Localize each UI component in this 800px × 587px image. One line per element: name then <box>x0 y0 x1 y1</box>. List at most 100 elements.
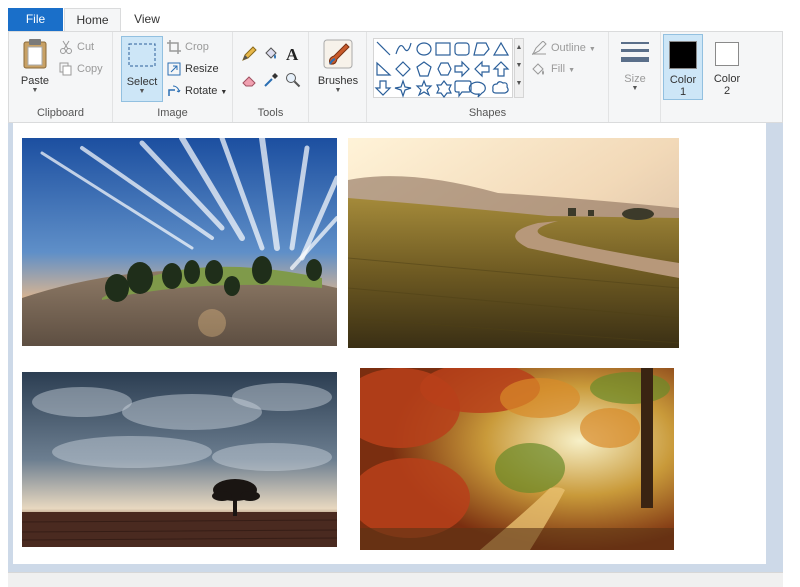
drawing-canvas[interactable] <box>13 123 766 564</box>
copy-icon <box>59 62 72 76</box>
image-group-label: Image <box>157 107 188 119</box>
paste-dropdown-icon[interactable]: ▼ <box>15 87 55 95</box>
ribbon-tab-bar: File Home View <box>0 0 800 32</box>
rounded-rectangle-shape-icon[interactable] <box>454 42 470 56</box>
cloud-callout-shape-icon[interactable] <box>492 81 509 94</box>
outline-button[interactable]: Outline ▼ <box>531 38 596 58</box>
pentagon-shape-icon[interactable] <box>416 61 432 77</box>
rotate-icon <box>168 85 181 97</box>
pencil-icon[interactable] <box>241 46 257 62</box>
fill-dropdown-icon[interactable]: ▼ <box>568 67 575 74</box>
fill-icon <box>532 63 544 76</box>
fill-button[interactable]: Fill ▼ <box>531 59 575 79</box>
four-point-star-shape-icon[interactable] <box>394 79 412 98</box>
tab-view[interactable]: View <box>122 8 172 31</box>
size-group: Size ▼ <box>609 32 661 122</box>
select-dropdown-icon[interactable]: ▼ <box>122 88 162 96</box>
tab-file[interactable]: File <box>8 8 63 31</box>
left-arrow-shape-icon[interactable] <box>474 60 490 78</box>
right-arrow-shape-icon[interactable] <box>454 60 470 78</box>
crop-button[interactable]: Crop <box>167 37 209 57</box>
expand-gallery-icon[interactable]: ▼ <box>515 75 523 93</box>
scroll-up-icon[interactable]: ▲ <box>515 39 523 57</box>
photo-sky-streaking-clouds <box>22 138 337 346</box>
fill-bucket-icon[interactable] <box>263 46 279 62</box>
photo-sunlit-field <box>348 138 679 348</box>
cut-button[interactable]: Cut <box>59 37 94 57</box>
rotate-label: Rotate <box>185 85 218 97</box>
crop-icon <box>167 40 181 55</box>
rectangle-shape-icon[interactable] <box>435 42 451 56</box>
color1-number: 1 <box>679 86 687 98</box>
rotate-dropdown-icon[interactable]: ▼ <box>220 89 227 96</box>
cut-label: Cut <box>77 41 95 53</box>
polygon-shape-icon[interactable] <box>473 42 490 56</box>
rounded-callout-shape-icon[interactable] <box>454 80 472 98</box>
oval-shape-icon[interactable] <box>416 42 432 56</box>
resize-label: Resize <box>185 63 219 75</box>
six-point-star-shape-icon[interactable] <box>436 80 452 98</box>
scissors-icon <box>60 40 72 55</box>
shapes-group-label: Shapes <box>468 107 507 119</box>
outline-icon <box>531 40 547 56</box>
paste-button[interactable]: Paste ▼ <box>15 38 55 95</box>
clipboard-group-label: Clipboard <box>36 107 85 119</box>
brush-icon <box>323 39 353 69</box>
rotate-button[interactable]: Rotate ▼ <box>167 81 227 101</box>
size-label: Size <box>624 73 646 85</box>
crop-label: Crop <box>185 41 209 53</box>
line-shape-icon[interactable] <box>376 41 391 56</box>
oval-callout-shape-icon[interactable] <box>468 81 486 98</box>
five-point-star-shape-icon[interactable] <box>415 79 433 97</box>
image-group: Select ▼ Crop Resize Rotate ▼ Image <box>113 32 233 122</box>
tab-home[interactable]: Home <box>64 8 121 32</box>
right-triangle-shape-icon[interactable] <box>376 61 392 76</box>
tools-group: A Tools <box>233 32 309 122</box>
magnifier-icon[interactable] <box>285 72 301 88</box>
photo-autumn-forest <box>360 368 674 550</box>
tools-group-label: Tools <box>257 107 284 119</box>
size-dropdown-icon[interactable]: ▼ <box>613 85 657 93</box>
copy-label: Copy <box>77 63 103 75</box>
svg-text:A: A <box>286 45 299 63</box>
brushes-dropdown-icon[interactable]: ▼ <box>315 87 361 95</box>
color-picker-icon[interactable] <box>263 72 279 88</box>
color1-label: Color <box>669 74 697 86</box>
resize-button[interactable]: Resize <box>167 59 219 79</box>
paste-label: Paste <box>20 75 50 87</box>
resize-icon <box>167 62 181 76</box>
shapes-gallery <box>373 38 513 98</box>
colors-group: Color 1 Color 2 <box>661 32 784 122</box>
triangle-shape-icon[interactable] <box>492 41 510 56</box>
photo-stormy-sky-tree <box>22 372 337 547</box>
status-bar <box>8 572 783 587</box>
scroll-down-icon[interactable]: ▼ <box>515 57 523 75</box>
select-label: Select <box>126 76 158 88</box>
select-button[interactable]: Select ▼ <box>121 36 163 102</box>
ribbon: Paste ▼ Cut Copy Clipboard Select ▼ Crop… <box>8 31 783 123</box>
hexagon-shape-icon[interactable] <box>437 62 452 76</box>
workspace <box>8 123 783 572</box>
outline-label: Outline <box>551 42 586 54</box>
down-arrow-shape-icon[interactable] <box>374 80 392 96</box>
select-rectangle-icon <box>128 43 156 67</box>
shapes-gallery-scrollbar[interactable]: ▲ ▼ ▼ <box>514 38 524 98</box>
color2-label: Color <box>713 73 741 85</box>
text-tool-icon[interactable]: A <box>285 45 301 63</box>
diamond-shape-icon[interactable] <box>395 61 411 77</box>
up-arrow-shape-icon[interactable] <box>492 61 510 77</box>
brushes-label: Brushes <box>317 75 359 87</box>
outline-dropdown-icon[interactable]: ▼ <box>589 46 596 53</box>
curve-shape-icon[interactable] <box>395 42 412 55</box>
brushes-group: Brushes ▼ <box>309 32 367 122</box>
color1-swatch <box>669 41 697 69</box>
line-width-icon <box>621 42 649 62</box>
color2-button[interactable]: Color 2 <box>707 34 747 100</box>
eraser-icon[interactable] <box>241 72 257 88</box>
paste-icon <box>23 39 47 69</box>
copy-button[interactable]: Copy <box>59 59 103 79</box>
brushes-button[interactable]: Brushes ▼ <box>315 38 361 95</box>
color1-button[interactable]: Color 1 <box>663 34 703 100</box>
size-button[interactable]: Size ▼ <box>613 38 657 93</box>
shapes-group: ▲ ▼ ▼ Outline ▼ Fill ▼ Shapes <box>367 32 609 122</box>
